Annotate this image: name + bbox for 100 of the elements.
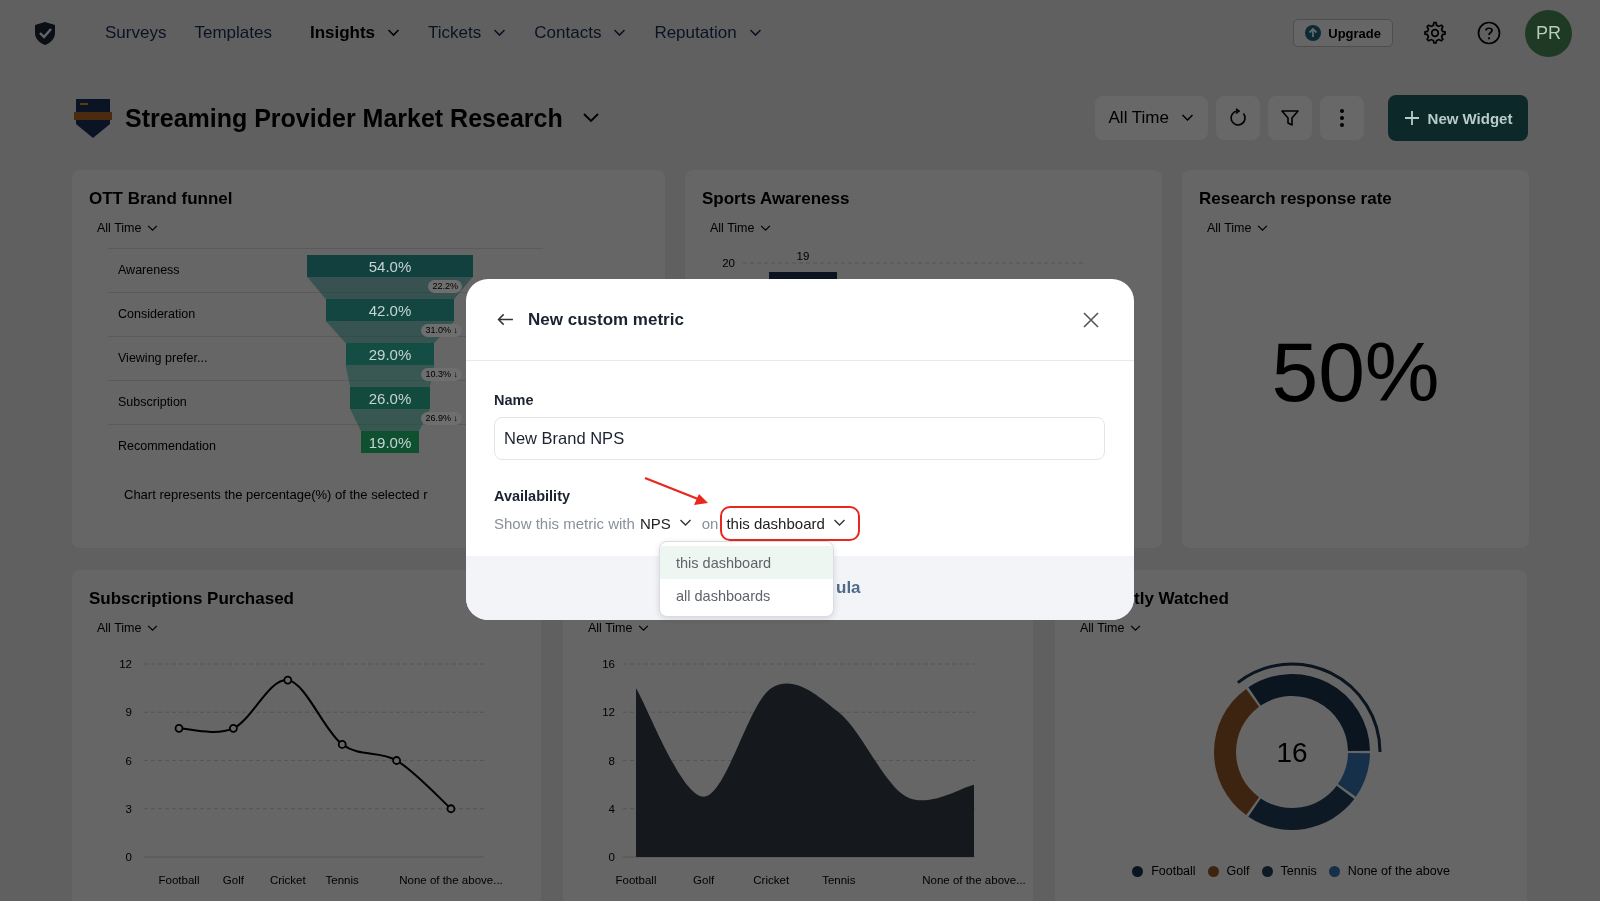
nav-item[interactable]: Surveys — [105, 23, 167, 43]
chevron-down-icon — [613, 29, 627, 37]
axis-label: 9 — [125, 706, 132, 719]
funnel-bar: 42.0% — [325, 299, 455, 321]
data-point — [283, 675, 293, 685]
scope-dropdown[interactable]: this dashboard — [723, 507, 856, 539]
axis-label: 6 — [125, 754, 132, 767]
field-label: Name — [494, 391, 534, 409]
metric-dropdown[interactable]: NPS — [639, 514, 692, 532]
chevron-down-icon — [147, 224, 159, 232]
axis-label: 12 — [119, 658, 132, 670]
arrow-up-icon — [1305, 25, 1322, 41]
axis-label: Cricket — [269, 874, 306, 886]
axis-label: 4 — [608, 802, 615, 815]
legend-label: Football — [1151, 864, 1196, 878]
data-point — [229, 723, 238, 733]
badge-icon — [74, 96, 112, 140]
widget-title: Research response rate — [1199, 188, 1392, 210]
drop-badge: 10.3% ↓ — [421, 368, 462, 381]
upgrade-button[interactable]: Upgrade — [1293, 19, 1393, 47]
period-dropdown[interactable]: All Time — [710, 220, 772, 236]
settings-icon[interactable] — [1423, 21, 1447, 45]
axis-label: None of the above... — [922, 874, 1026, 886]
widget-title: Sports Awareness — [702, 188, 850, 210]
chevron-down-icon — [147, 624, 159, 632]
drop-badge: 22.2% — [428, 280, 462, 293]
chevron-down-icon[interactable] — [582, 113, 599, 123]
nav-item[interactable]: Contacts — [534, 23, 627, 43]
funnel-bar: 26.0% — [350, 387, 430, 409]
bar-value: 19 — [796, 250, 810, 262]
stage-label: Recommendation — [117, 438, 217, 455]
dashboard-title: Streaming Provider Market Research — [125, 103, 563, 133]
nav-item[interactable]: Reputation — [654, 23, 762, 43]
back-arrow-icon[interactable] — [497, 313, 514, 326]
metric-value: 50% — [1271, 330, 1440, 414]
drop-badge: 31.0% ↓ — [421, 324, 462, 337]
axis-label: Tennis — [325, 874, 359, 886]
chevron-down-icon — [387, 29, 401, 37]
funnel-bar: 19.0% — [360, 431, 420, 453]
annotation-arrow — [644, 476, 708, 505]
axis-label: None of the above... — [399, 874, 503, 886]
menu-item[interactable]: all dashboards — [660, 579, 833, 612]
widget-title: tly Watched — [1134, 588, 1229, 610]
axis-label: 20 — [722, 257, 735, 269]
axis-label: 0 — [125, 851, 132, 863]
drop-badge: 26.9% ↓ — [421, 412, 462, 425]
stage-label: Subscription — [117, 394, 188, 411]
axis-label: 3 — [125, 802, 132, 815]
axis-label: Football — [615, 874, 657, 886]
data-point — [392, 756, 401, 765]
more-options-button[interactable] — [1320, 96, 1364, 140]
chevron-down-icon — [748, 29, 762, 37]
legend-label: Golf — [1226, 864, 1250, 878]
chevron-down-icon — [1130, 624, 1142, 632]
axis-label: 0 — [608, 851, 615, 863]
chevron-down-icon — [678, 519, 692, 527]
stage-label: Consideration — [117, 306, 197, 323]
chevron-down-icon — [493, 29, 507, 37]
footer-link[interactable]: ula — [836, 578, 861, 598]
axis-label: Tennis — [822, 874, 856, 886]
period-dropdown[interactable]: All Time — [97, 220, 159, 236]
chart-note: Chart represents the percentage(%) of the selected r — [124, 486, 428, 504]
menu-item[interactable]: this dashboard — [660, 546, 833, 579]
close-icon[interactable] — [1083, 311, 1099, 328]
period-dropdown[interactable]: All Time — [1094, 96, 1208, 140]
nav-item[interactable]: Templates — [194, 23, 272, 43]
period-dropdown[interactable]: All Time — [97, 620, 159, 636]
user-avatar[interactable]: PR — [1525, 9, 1572, 57]
axis-label: 16 — [602, 658, 615, 670]
funnel-bar: 29.0% — [345, 343, 435, 365]
funnel-bar: 54.0% — [307, 255, 473, 277]
widget-title: OTT Brand funnel — [89, 188, 233, 210]
nav-item[interactable]: Insights — [309, 23, 401, 43]
axis-label: Golf — [693, 874, 715, 886]
availability-text: on — [701, 514, 719, 532]
new-widget-button[interactable]: New Widget — [1388, 95, 1528, 141]
axis-label: Cricket — [753, 874, 790, 886]
axis-label: 12 — [602, 706, 615, 719]
more-icon — [1339, 108, 1345, 128]
chevron-down-icon — [1181, 114, 1194, 122]
data-point — [174, 723, 184, 733]
plus-icon — [1403, 110, 1420, 126]
filter-icon — [1280, 108, 1300, 128]
refresh-icon — [1228, 108, 1248, 128]
chevron-down-icon — [638, 624, 650, 632]
help-icon[interactable] — [1477, 21, 1501, 45]
legend-label: None of the above — [1347, 864, 1450, 878]
period-dropdown[interactable]: All Time — [588, 620, 650, 636]
nav-item[interactable]: Tickets — [428, 23, 507, 43]
chevron-down-icon — [760, 224, 772, 232]
refresh-button[interactable] — [1216, 96, 1260, 140]
filter-button[interactable] — [1268, 96, 1312, 140]
axis-label: 8 — [608, 754, 615, 767]
axis-label: Football — [158, 874, 200, 886]
name-input[interactable]: New Brand NPS — [494, 417, 1105, 460]
period-dropdown[interactable]: All Time — [1080, 620, 1142, 636]
chevron-down-icon — [1257, 224, 1269, 232]
availability-text: Show this metric with — [494, 514, 635, 532]
widget-title: Subscriptions Purchased — [89, 588, 294, 610]
period-dropdown[interactable]: All Time — [1207, 220, 1269, 236]
